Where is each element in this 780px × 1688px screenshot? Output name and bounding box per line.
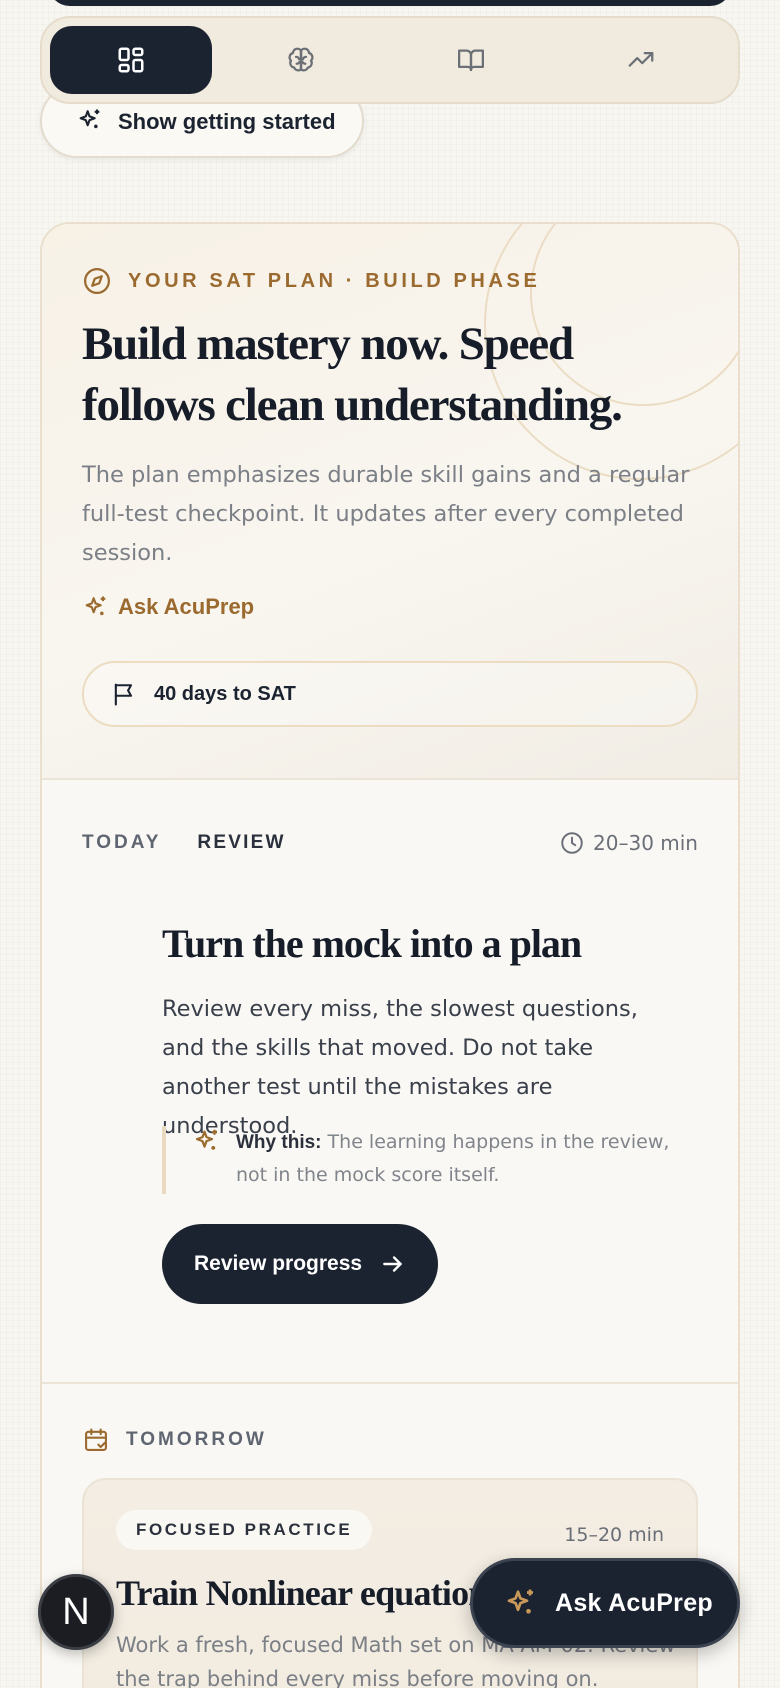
sparkle-icon [79, 109, 100, 129]
tab-book[interactable] [390, 26, 552, 94]
arrow-right-icon [383, 1256, 402, 1272]
plan-eyebrow-text: YOUR SAT PLAN · BUILD PHASE [128, 269, 541, 292]
sparkle-icon [195, 1129, 217, 1150]
avatar-letter: N [62, 1590, 90, 1633]
session-type: REVIEW [197, 832, 286, 853]
sparkle-icon [85, 596, 106, 616]
today-section: TODAY REVIEW 20–30 min Turn the mock int… [42, 780, 738, 1384]
tab-brain[interactable] [220, 26, 382, 94]
header-strip [48, 0, 732, 6]
grid-icon [118, 47, 144, 73]
countdown-pill: 40 days to SAT [82, 661, 698, 727]
practice-tag: FOCUSED PRACTICE [116, 1510, 373, 1550]
brain-icon [288, 47, 314, 72]
today-description: Review every miss, the slowest questions… [162, 996, 638, 1139]
today-header: TODAY REVIEW 20–30 min [82, 828, 698, 858]
compass-icon [84, 268, 110, 294]
plan-description: The plan emphasizes durable skill gains … [82, 462, 690, 566]
today-title: Turn the mock into a plan [162, 921, 582, 966]
clock-icon [561, 832, 583, 854]
getting-started-label: Show getting started [118, 109, 336, 134]
tab-dashboard[interactable] [50, 26, 212, 94]
calendar-check-icon [85, 1428, 107, 1451]
flag-icon [114, 683, 133, 706]
ask-acuprep-fab[interactable]: Ask AcuPrep [470, 1558, 740, 1648]
ask-acuprep-label: Ask AcuPrep [118, 594, 255, 619]
today-duration-text: 20–30 min [593, 831, 698, 855]
trending-up-icon [628, 52, 654, 67]
review-progress-button[interactable]: Review progress [162, 1224, 438, 1304]
main-nav [40, 16, 740, 104]
why-this-body: Why this: The learning happens in the re… [236, 1126, 676, 1194]
plan-card: YOUR SAT PLAN · BUILD PHASE Build master… [40, 222, 740, 1688]
tomorrow-label: TOMORROW [126, 1429, 267, 1450]
profile-avatar-button[interactable]: N [38, 1574, 114, 1650]
countdown-text: 40 days to SAT [154, 682, 296, 705]
tomorrow-header: TOMORROW [82, 1426, 698, 1454]
plan-eyebrow: YOUR SAT PLAN · BUILD PHASE [82, 266, 698, 296]
today-duration: 20–30 min [559, 830, 698, 856]
practice-duration: 15–20 min [564, 1524, 664, 1546]
plan-hero: YOUR SAT PLAN · BUILD PHASE Build master… [42, 224, 738, 780]
plan-title: Build mastery now. Speed follows clean u… [82, 318, 623, 431]
why-this-label: Why this: [236, 1132, 322, 1153]
tab-progress[interactable] [560, 26, 722, 94]
book-open-icon [458, 49, 484, 72]
ask-acuprep-link[interactable]: Ask AcuPrep [82, 593, 698, 621]
review-progress-label: Review progress [194, 1252, 363, 1275]
ask-acuprep-fab-label: Ask AcuPrep [555, 1588, 713, 1617]
why-this-note: Why this: The learning happens in the re… [162, 1126, 682, 1194]
today-label: TODAY [82, 832, 162, 853]
sparkle-icon [507, 1589, 533, 1614]
